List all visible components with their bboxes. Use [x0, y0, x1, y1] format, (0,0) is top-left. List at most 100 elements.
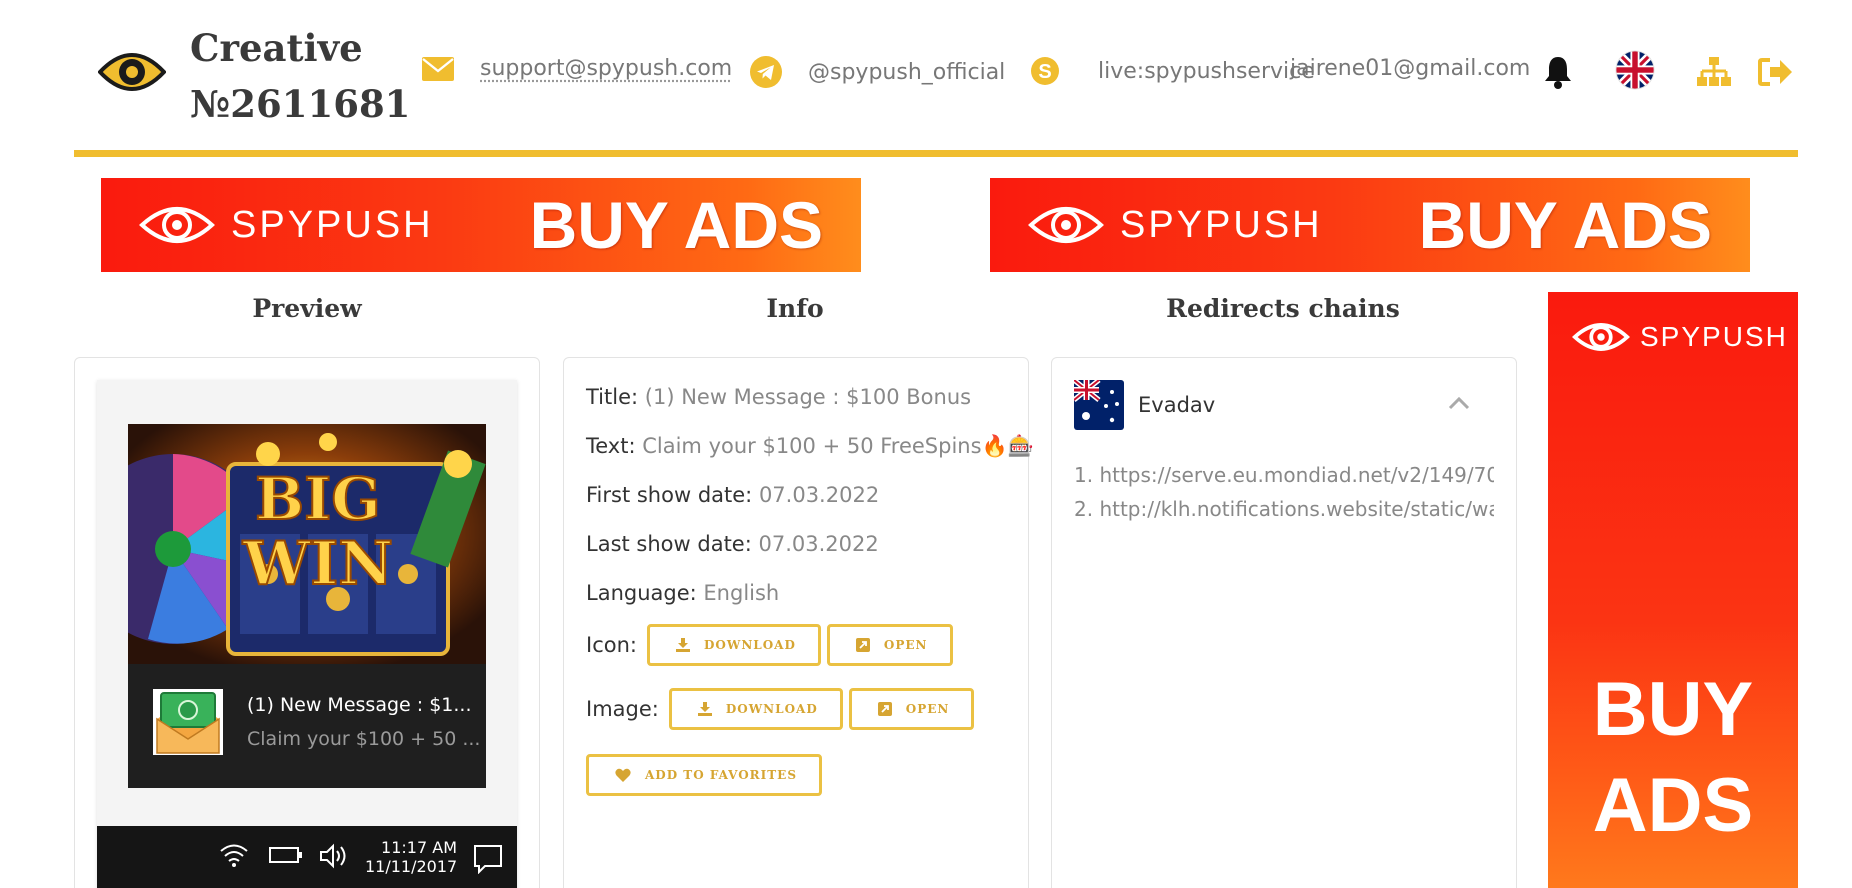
page-title-line2: №2611681	[190, 82, 411, 126]
notification-text: Claim your $100 + 50 ...	[247, 728, 481, 750]
chevron-up-icon[interactable]	[1448, 396, 1470, 410]
info-first-date-value: 07.03.2022	[758, 483, 880, 507]
side-banner-brand: SPYPUSH	[1640, 321, 1788, 352]
add-to-favorites-button[interactable]: ADD TO FAVORITES	[586, 754, 822, 796]
header: Creative №2611681 support@spypush.com @s…	[0, 0, 1852, 152]
info-text-value: Claim your $100 + 50 FreeSpins🔥🎰	[642, 434, 1034, 458]
banner-cta: BUY ADS	[1418, 188, 1712, 262]
info-first-date-label: First show date:	[586, 483, 753, 507]
notification-image-big: BIG	[255, 465, 381, 533]
external-link-icon	[855, 638, 870, 652]
logo-eye-icon[interactable]	[98, 44, 166, 100]
buy-ads-banner-right[interactable]: SPYPUSH BUY ADS	[990, 178, 1750, 272]
action-center-icon	[474, 845, 502, 874]
side-banner-head: SPYPUSH	[1572, 316, 1788, 358]
info-list: Title: (1) New Message : $100 Bonus Text…	[586, 382, 1034, 627]
info-panel: Title: (1) New Message : $100 Bonus Text…	[563, 357, 1034, 888]
icon-open-button[interactable]: OPEN	[826, 624, 953, 666]
page-title-line1: Creative	[190, 26, 363, 70]
notification-preview: BIG WIN (1) New Message : $1... Claim yo…	[97, 380, 517, 888]
telegram-handle[interactable]: @spypush_official	[808, 60, 1005, 85]
logout-icon[interactable]	[1756, 50, 1796, 94]
skype-icon: S	[1031, 57, 1059, 85]
taskbar-clock: 11:17 AM 11/11/2017	[365, 838, 457, 876]
info-text-row: Text: Claim your $100 + 50 FreeSpins🔥🎰	[586, 431, 1034, 480]
image-open-button[interactable]: OPEN	[848, 688, 975, 730]
banner-eye-icon	[1028, 207, 1104, 243]
info-language-value: English	[703, 581, 780, 605]
redirect-chain-list: 1. https://serve.eu.mondiad.net/v2/149/7…	[1074, 458, 1494, 526]
info-title-value: (1) New Message : $100 Bonus	[644, 385, 972, 409]
windows-taskbar: 11:17 AM 11/11/2017	[97, 826, 517, 888]
svg-text:S: S	[1038, 61, 1051, 83]
download-icon	[675, 638, 690, 652]
uk-flag-icon[interactable]	[1615, 48, 1655, 92]
header-divider	[74, 150, 1798, 157]
envelope-icon	[422, 56, 454, 81]
skype-handle[interactable]: live:spypushservice	[1098, 59, 1315, 84]
icon-actions: Icon: DOWNLOAD OPEN	[586, 624, 959, 666]
telegram-contact[interactable]: @spypush_official	[750, 56, 1005, 88]
info-title-row: Title: (1) New Message : $100 Bonus	[586, 382, 1034, 431]
add-to-favorites-label: ADD TO FAVORITES	[645, 768, 797, 782]
info-last-date-value: 07.03.2022	[758, 532, 879, 556]
battery-icon	[269, 847, 302, 863]
telegram-icon	[750, 56, 782, 88]
australia-flag-icon	[1074, 380, 1124, 430]
image-download-button[interactable]: DOWNLOAD	[668, 688, 843, 730]
icon-open-label: OPEN	[883, 638, 928, 652]
user-email-text: jairene01@gmail.com	[1290, 56, 1531, 81]
redirects-heading: Redirects chains	[1166, 294, 1400, 323]
notification-title: (1) New Message : $1...	[247, 694, 472, 716]
side-banner-cta-line1: BUY	[1592, 667, 1754, 752]
info-heading: Info	[766, 294, 824, 323]
preview-panel: BIG WIN (1) New Message : $1... Claim yo…	[74, 357, 540, 888]
icon-label: Icon:	[586, 633, 637, 657]
favorites-actions: ADD TO FAVORITES	[586, 754, 828, 796]
notification-icon	[153, 689, 223, 755]
sitemap-icon[interactable]	[1694, 50, 1734, 94]
download-icon	[697, 702, 712, 716]
support-email-contact[interactable]: support@spypush.com	[422, 56, 732, 81]
info-language-row: Language: English	[586, 578, 1034, 627]
notification-image: BIG WIN	[128, 424, 486, 664]
banner-eye-icon	[139, 207, 215, 243]
info-last-date-label: Last show date:	[586, 532, 752, 556]
bell-icon[interactable]	[1538, 50, 1578, 94]
support-email-link[interactable]: support@spypush.com	[480, 56, 732, 81]
info-language-label: Language:	[586, 581, 697, 605]
image-actions: Image: DOWNLOAD OPEN	[586, 688, 980, 730]
side-banner-cta: BUY ADS	[1548, 662, 1798, 854]
info-first-date-row: First show date: 07.03.2022	[586, 480, 1034, 529]
icon-download-button[interactable]: DOWNLOAD	[646, 624, 821, 666]
redirects-panel: Evadav 1. https://serve.eu.mondiad.net/v…	[1051, 357, 1517, 888]
skype-contact[interactable]: S live:spypushservice	[1030, 56, 1315, 86]
icon-download-label: DOWNLOAD	[703, 638, 796, 652]
banner-cta: BUY ADS	[529, 188, 823, 262]
page-title: Creative №2611681	[190, 20, 410, 132]
banner-brand: SPYPUSH	[231, 203, 434, 246]
image-label: Image:	[586, 697, 659, 721]
taskbar-time: 11:17 AM	[381, 838, 457, 857]
redirect-network-name: Evadav	[1138, 393, 1216, 417]
redirect-chain-item[interactable]: 1. https://serve.eu.mondiad.net/v2/149/7…	[1074, 458, 1494, 492]
heart-icon	[615, 768, 631, 782]
user-email: jairene01@gmail.com	[1290, 56, 1530, 81]
image-download-label: DOWNLOAD	[725, 702, 818, 716]
preview-heading: Preview	[252, 294, 362, 323]
banner-brand: SPYPUSH	[1120, 203, 1323, 246]
info-title-label: Title:	[586, 385, 639, 409]
buy-ads-side-banner[interactable]: SPYPUSH BUY ADS	[1548, 292, 1798, 888]
side-banner-cta-line2: ADS	[1592, 763, 1754, 848]
taskbar-date: 11/11/2017	[365, 857, 458, 876]
external-link-icon	[877, 702, 892, 716]
notification-image-win: WIN	[242, 529, 393, 599]
wifi-icon	[220, 844, 248, 867]
info-last-date-row: Last show date: 07.03.2022	[586, 529, 1034, 578]
notification-bar: (1) New Message : $1... Claim your $100 …	[128, 664, 486, 788]
buy-ads-banner-left[interactable]: SPYPUSH BUY ADS	[101, 178, 861, 272]
banner-eye-icon	[1572, 323, 1630, 351]
image-open-label: OPEN	[905, 702, 950, 716]
redirect-network-header[interactable]: Evadav	[1074, 380, 1215, 430]
redirect-chain-item[interactable]: 2. http://klh.notifications.website/stat…	[1074, 492, 1494, 526]
